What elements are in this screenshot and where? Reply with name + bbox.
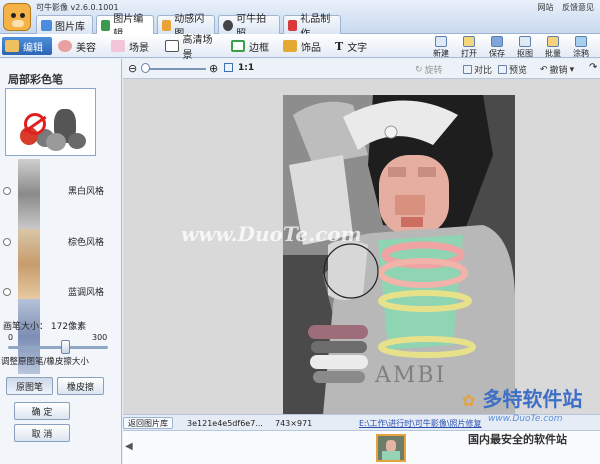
gift-icon xyxy=(288,19,298,31)
brush-size-slider[interactable] xyxy=(8,346,108,349)
tab-text[interactable]: T 文字 xyxy=(332,37,382,55)
doodle-icon xyxy=(575,36,587,47)
brush-size-label: 画笔大小： 172像素 xyxy=(3,322,87,332)
radio-icon[interactable] xyxy=(3,186,11,195)
app-logo-icon xyxy=(3,3,31,31)
tab-beauty[interactable]: 美容 xyxy=(55,37,105,55)
current-image-thumbnail[interactable] xyxy=(376,434,406,462)
tab-hd-scene[interactable]: 高清场景 xyxy=(162,35,224,61)
style-option-bw[interactable]: 黑白风格 xyxy=(3,184,104,197)
file-name: 3e121e4e5df6e7... xyxy=(187,418,263,428)
text-icon: T xyxy=(335,40,344,53)
save-icon xyxy=(491,36,503,47)
tab-accessory[interactable]: 饰品 xyxy=(280,37,328,55)
rotate-button[interactable]: ↻ 旋转 xyxy=(415,63,443,77)
tab-scene[interactable]: 场景 xyxy=(108,37,158,55)
rotate-icon: ↻ xyxy=(415,64,423,75)
folder-icon xyxy=(463,36,475,47)
zoom-out-icon[interactable]: ⊖ xyxy=(128,62,137,75)
website-link[interactable]: 网站 xyxy=(537,3,553,12)
preview-button[interactable]: 预览 xyxy=(498,63,527,76)
left-panel: 局部彩色笔 黑白风格 棕色风格 蓝调风格 画笔大小： 172像素 0 300 调… xyxy=(0,59,122,464)
style-option-sepia[interactable]: 棕色风格 xyxy=(3,235,104,248)
undo-icon: ↶ xyxy=(540,64,548,75)
zoom-thumb[interactable] xyxy=(141,63,150,73)
save-button[interactable]: 保存 xyxy=(484,36,510,59)
effect-preview-image xyxy=(5,88,96,156)
zoom-level: 1:1 xyxy=(238,63,255,73)
cancel-button[interactable]: 取 消 xyxy=(14,424,70,442)
site-logo: ✿ 多特软件站 xyxy=(462,387,583,411)
batch-button[interactable]: 批量 xyxy=(540,36,566,59)
redo-icon[interactable]: ↷ xyxy=(589,62,597,73)
original-brush-button[interactable]: 原图笔 xyxy=(6,377,53,395)
top-links: 网站 反馈意见 xyxy=(531,2,594,13)
brush-size-value: 172像素 xyxy=(50,322,87,332)
site-url-watermark: www.DuoTe.com xyxy=(488,414,563,424)
camera-icon xyxy=(223,19,234,31)
image-dimensions: 743×971 xyxy=(275,418,313,428)
feedback-link[interactable]: 反馈意见 xyxy=(562,3,594,12)
scene-icon xyxy=(111,40,125,52)
confirm-button[interactable]: 确 定 xyxy=(14,402,70,420)
chevron-down-icon[interactable]: ▾ xyxy=(570,65,575,75)
tab-camera[interactable]: 可牛拍照 xyxy=(218,14,280,40)
fit-window-icon[interactable] xyxy=(224,63,233,72)
film-icon xyxy=(162,19,172,31)
new-button[interactable]: 新建 xyxy=(428,36,454,59)
eraser-button[interactable]: 橡皮擦 xyxy=(57,377,104,395)
compare-button[interactable]: 对比 xyxy=(463,63,492,76)
frame-icon xyxy=(231,40,245,52)
doodle-button[interactable]: 涂鸦 xyxy=(568,36,594,59)
adjust-hint: 调整原图笔/橡皮擦大小 xyxy=(1,357,89,367)
panel-title: 局部彩色笔 xyxy=(8,73,63,86)
photo-edit-icon xyxy=(101,19,111,31)
tab-edit[interactable]: 编辑 xyxy=(2,37,52,55)
tab-gift[interactable]: 礼品制作 xyxy=(283,14,341,40)
slider-thumb[interactable] xyxy=(61,340,71,354)
tab-frame[interactable]: 边框 xyxy=(228,37,276,55)
open-button[interactable]: 打开 xyxy=(456,36,482,59)
title-bar: 可牛影像 v2.6.0.1001 网站 反馈意见 图片库 图片编辑 动感闪图 可… xyxy=(0,0,600,40)
hd-scene-icon xyxy=(165,40,179,52)
cutout-icon xyxy=(519,36,531,47)
site-slogan: 国内最安全的软件站 xyxy=(468,433,567,446)
site-logo-icon: ✿ xyxy=(462,391,476,410)
compare-icon xyxy=(463,65,472,74)
view-toolbar: ⊖ ⊕ 1:1 ↻ 旋转 对比 预览 ↶ 撤销 ▾ ↷ xyxy=(123,59,600,79)
function-toolbar: 编辑 美容 场景 高清场景 边框 饰品 T 文字 新建 打开 保存 抠图 批量 … xyxy=(0,34,600,61)
zoom-slider[interactable] xyxy=(143,68,206,70)
slider-min-label: 0 xyxy=(8,333,14,342)
canvas-area: ⊖ ⊕ 1:1 ↻ 旋转 对比 预览 ↶ 撤销 ▾ ↷ AMBI www.Duo… xyxy=(123,59,600,415)
scroll-left-icon[interactable]: ◀ xyxy=(125,441,133,452)
tab-gallery[interactable]: 图片库 xyxy=(36,15,93,34)
new-icon xyxy=(435,36,447,47)
radio-icon[interactable] xyxy=(3,287,11,296)
gallery-icon xyxy=(41,19,52,31)
center-watermark: www.DuoTe.com xyxy=(181,222,362,246)
shirt-text: AMBI xyxy=(375,363,447,388)
back-to-gallery-button[interactable]: 返回图片库 xyxy=(123,417,173,429)
file-path-link[interactable]: E:\工作\进行时\可牛影像\照片修复 xyxy=(355,417,486,429)
cutout-button[interactable]: 抠图 xyxy=(512,36,538,59)
app-title: 可牛影像 v2.6.0.1001 xyxy=(36,3,119,12)
radio-icon[interactable] xyxy=(3,237,11,246)
preview-icon xyxy=(498,65,507,74)
face-icon xyxy=(58,40,72,52)
edited-photo[interactable]: AMBI xyxy=(283,95,515,415)
edit-icon xyxy=(5,40,19,52)
undo-button[interactable]: ↶ 撤销 ▾ xyxy=(540,63,575,77)
zoom-in-icon[interactable]: ⊕ xyxy=(209,62,218,75)
slider-max-label: 300 xyxy=(92,333,108,342)
tab-photo-edit[interactable]: 图片编辑 xyxy=(96,14,154,40)
style-option-blue[interactable]: 蓝调风格 xyxy=(3,285,104,298)
batch-icon xyxy=(547,36,559,47)
accessory-icon xyxy=(283,40,297,52)
